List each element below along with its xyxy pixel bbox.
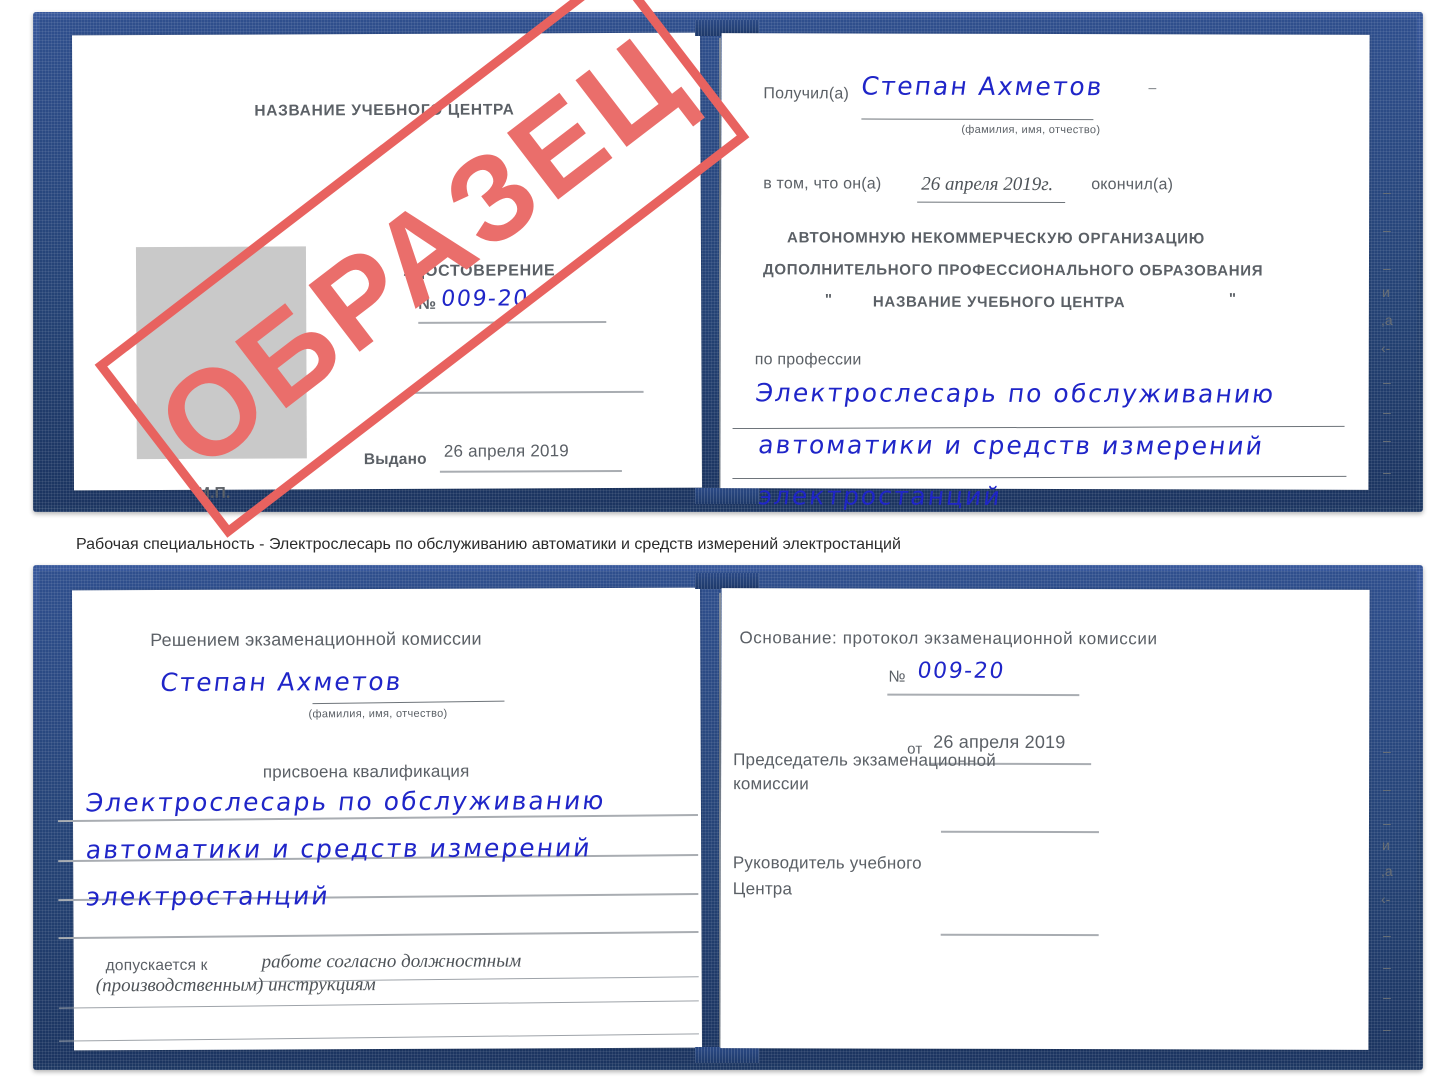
admitted-rule-2	[58, 1000, 699, 1009]
admitted-value-line-2: (производственным) инструкциям	[95, 974, 376, 997]
head-signature-rule	[940, 933, 1099, 937]
edge-fragment-b10: –	[1383, 1021, 1391, 1037]
chairman-signature-rule	[940, 830, 1099, 834]
certificate-number-label: №	[418, 295, 437, 313]
edge-fragment-3: –	[1383, 260, 1391, 276]
finished-label: окончил(а)	[1091, 176, 1174, 194]
organization-line-2: ДОПОЛНИТЕЛЬНОГО ПРОФЕССИОНАЛЬНОГО ОБРАЗО…	[762, 261, 1264, 280]
profession-value-line-1: Электрослесарь по обслуживанию	[753, 378, 1278, 409]
organization-line-1: АВТОНОМНУЮ НЕКОММЕРЧЕСКУЮ ОРГАНИЗАЦИЮ	[787, 229, 1205, 248]
basis-label: Основание: протокол экзаменационной коми…	[739, 628, 1158, 649]
document-title: УДОСТОВЕРЕНИЕ	[403, 262, 556, 280]
edge-fragment-6: ‹-	[1381, 340, 1391, 356]
profession-value-line-3: электростанций	[756, 481, 1004, 511]
edge-fragment-8: –	[1383, 404, 1391, 420]
seal-place-label: М.П.	[196, 484, 231, 502]
certificate-number-rule	[418, 321, 607, 324]
qualification-value-line-2: автоматики и средств измерений	[84, 833, 594, 865]
issued-label: Выдано	[363, 450, 427, 469]
head-label-line-2: Центра	[732, 879, 793, 899]
edge-fragment-b9: –	[1383, 989, 1391, 1005]
edge-fragment-b1: –	[1383, 743, 1391, 759]
page-caption: Рабочая специальность - Электрослесарь п…	[76, 533, 1136, 556]
head-label-line-1: Руководитель учебного	[732, 853, 922, 873]
edge-fragment-1: –	[1383, 184, 1391, 200]
finish-date-rule	[917, 201, 1066, 204]
edge-fragment-7: –	[1383, 374, 1391, 390]
edge-fragment-4: и	[1382, 284, 1390, 300]
spine-notch-bottom-upper	[695, 573, 759, 589]
decision-name-rule	[312, 700, 505, 705]
photo-placeholder	[135, 246, 307, 460]
edge-fragment-b3: –	[1383, 815, 1391, 831]
decision-title: Решением экзаменационной комиссии	[150, 628, 482, 651]
that-he-label: в том, что он(а)	[763, 175, 882, 193]
received-name-value: Степан Ахметов	[859, 71, 1106, 102]
bottom-left-page: Решением экзаменационной комиссии Степан…	[58, 587, 703, 1051]
edge-fragment-dash-a: –	[1148, 79, 1157, 96]
profession-rule-2	[732, 475, 1347, 480]
organization-quote-open: "	[824, 291, 833, 309]
blank-rule-1	[405, 390, 644, 394]
edge-fragment-b6: ‹-	[1381, 891, 1391, 907]
profession-value-line-2: автоматики и средств измерений	[756, 430, 1266, 461]
name-hint-top: (фамилия, имя, отчество)	[961, 123, 1101, 137]
finish-date-value: 26 апреля 2019г.	[921, 173, 1054, 196]
certificate-top: НАЗВАНИЕ УЧЕБНОГО ЦЕНТРА УДОСТОВЕРЕНИЕ №…	[33, 0, 1423, 538]
qualification-value-line-1: Электрослесарь по обслуживанию	[84, 786, 608, 818]
edge-fragment-b4: и	[1382, 837, 1390, 853]
decision-name-value: Степан Ахметов	[158, 666, 405, 697]
organization-line-3: НАЗВАНИЕ УЧЕБНОГО ЦЕНТРА	[872, 293, 1126, 312]
chairman-label-line-2: комиссии	[733, 774, 809, 794]
top-right-page: Получил(а) Степан Ахметов (фамилия, имя,…	[720, 33, 1370, 511]
admitted-rule-3	[58, 1033, 699, 1042]
received-label: Получил(а)	[763, 85, 850, 103]
bottom-right-page: Основание: протокол экзаменационной коми…	[720, 588, 1370, 1050]
certificate-number-value: 009-20	[439, 286, 531, 312]
edge-fragment-b7: –	[1383, 927, 1391, 943]
spine-notch-bottom-lower	[695, 1047, 759, 1063]
organization-quote-close: "	[1228, 290, 1237, 308]
training-center-name-left: НАЗВАНИЕ УЧЕБНОГО ЦЕНТРА	[254, 101, 515, 120]
profession-rule-1	[732, 425, 1345, 430]
top-left-page: НАЗВАНИЕ УЧЕБНОГО ЦЕНТРА УДОСТОВЕРЕНИЕ №…	[72, 32, 702, 502]
qualification-rule-4	[58, 930, 699, 940]
edge-fragment-10: –	[1383, 464, 1391, 480]
issued-date-rule	[439, 469, 622, 473]
profession-label: по профессии	[754, 351, 862, 369]
edge-fragment-5: ,а	[1381, 312, 1393, 328]
spine-notch-top-lower	[695, 488, 759, 504]
protocol-number-value: 009-20	[915, 658, 1007, 684]
edge-fragment-b2: –	[1383, 781, 1391, 797]
qualification-value-line-3: электростанций	[84, 881, 332, 912]
admitted-label: допускается к	[105, 956, 208, 975]
edge-fragment-2: –	[1383, 222, 1391, 238]
page-caption-text: Рабочая специальность - Электрослесарь п…	[76, 536, 901, 553]
protocol-number-rule	[887, 693, 1080, 697]
received-name-rule	[861, 118, 1094, 121]
admitted-value-line-1: работе согласно должностным	[261, 950, 522, 973]
chairman-label-line-1: Председатель экзаменационной	[733, 750, 996, 770]
edge-fragment-9: –	[1383, 432, 1391, 448]
name-hint-bottom: (фамилия, имя, отчество)	[308, 707, 448, 721]
certificate-bottom: Решением экзаменационной комиссии Степан…	[33, 565, 1423, 1070]
edge-fragment-b5: ,а	[1381, 863, 1393, 879]
edge-fragment-b8: –	[1383, 959, 1391, 975]
qualification-label: присвоена квалификация	[262, 761, 470, 782]
protocol-number-label: №	[888, 668, 906, 686]
issued-date-value: 26 апреля 2019	[443, 441, 569, 461]
